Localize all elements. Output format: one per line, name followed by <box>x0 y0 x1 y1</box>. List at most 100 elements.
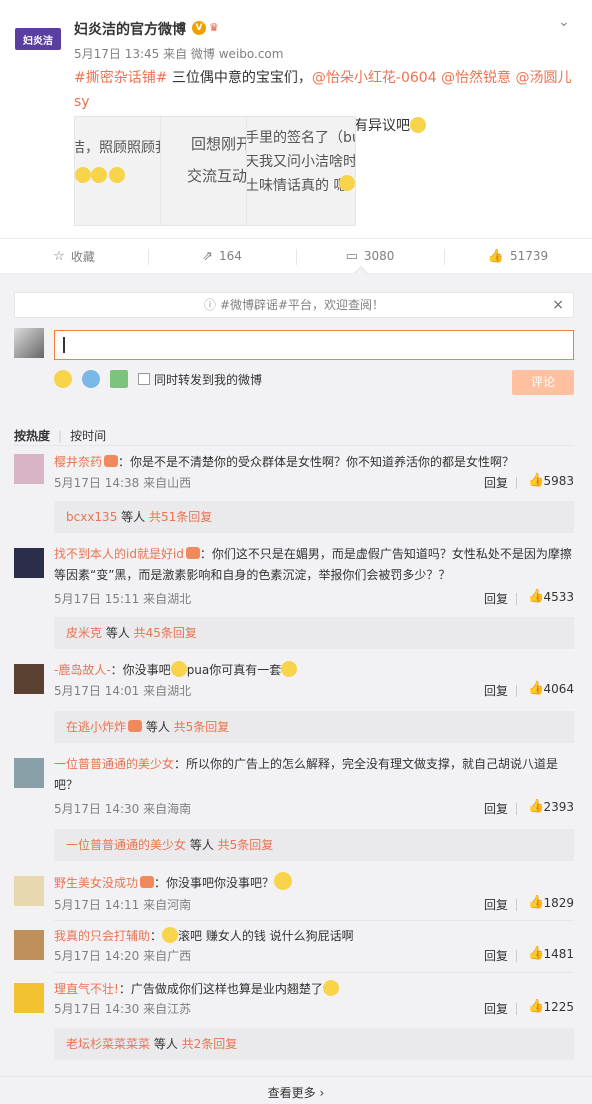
member-badge-icon <box>104 455 119 467</box>
reply-count-link[interactable]: 共2条回复 <box>182 1037 238 1051</box>
post-image-3[interactable]: 手里的签名了（bush 天我又问小洁啥时候 土味情话真的 嗯 <box>246 116 356 226</box>
comment-username[interactable]: 野生美女没成功 <box>54 876 138 890</box>
reply-user[interactable]: bcxx135 <box>66 510 117 524</box>
comment-username[interactable]: 我真的只会打辅助 <box>54 929 150 943</box>
avatar[interactable] <box>14 548 44 578</box>
thumbs-up-icon: 👍 <box>487 248 504 264</box>
comment-like-count: 4064 <box>543 682 574 696</box>
member-badge-icon <box>128 720 143 732</box>
comment-time: 5月17日 14:38 来自山西 <box>54 476 192 490</box>
comment-time: 5月17日 14:20 来自广西 <box>54 949 192 963</box>
divider <box>516 477 517 489</box>
reply-user[interactable]: 皮米克 <box>66 626 102 640</box>
author-avatar-logo[interactable]: 妇炎洁 <box>15 28 61 50</box>
emoji-icon <box>109 167 125 183</box>
thumbs-up-icon[interactable]: 👍 <box>528 895 544 910</box>
mention-link[interactable]: @怡然锐意 <box>441 70 511 86</box>
comment-time: 5月17日 14:30 来自江苏 <box>54 1002 192 1016</box>
emoji-icon <box>75 167 91 183</box>
reply-user[interactable]: 一位普普通通的美少女 <box>66 838 186 852</box>
avatar[interactable] <box>14 876 44 906</box>
reply-button[interactable]: 回复 <box>484 896 508 913</box>
thumbs-up-icon[interactable]: 👍 <box>528 799 544 814</box>
reply-summary[interactable]: bcxx135 等人 共51条回复 <box>54 501 574 533</box>
author-name[interactable]: 妇炎洁的官方微博 <box>74 19 186 39</box>
reply-button[interactable]: 回复 <box>484 1000 508 1017</box>
comment-username[interactable]: 找不到本人的id就是好id <box>54 547 184 561</box>
reply-summary[interactable]: 在逃小炸炸 等人 共5条回复 <box>54 711 574 743</box>
reply-button[interactable]: 回复 <box>484 682 508 699</box>
avatar[interactable] <box>14 664 44 694</box>
reply-summary[interactable]: 老坛杉菜菜菜菜 等人 共2条回复 <box>54 1028 574 1060</box>
emoji-icon <box>322 980 339 996</box>
tab-sort-hot[interactable]: 按热度 <box>14 429 50 443</box>
comment-username[interactable]: 一位普普通通的美少女 <box>54 757 174 771</box>
reply-count-link[interactable]: 共45条回复 <box>134 626 197 640</box>
thumbs-up-icon[interactable]: 👍 <box>528 473 544 488</box>
reply-user[interactable]: 在逃小炸炸 <box>66 720 126 734</box>
member-badge-icon <box>140 876 155 888</box>
comment-button[interactable]: ▭ 3080 <box>296 239 444 273</box>
like-button[interactable]: 👍 51739 <box>444 239 592 273</box>
reply-count-link[interactable]: 共51条回复 <box>149 510 212 524</box>
reply-summary-text: 等人 <box>142 720 174 734</box>
smile-emoji-icon <box>274 872 293 890</box>
see-more-button[interactable]: 查看更多 › <box>0 1076 592 1104</box>
thumbs-up-icon[interactable]: 👍 <box>528 681 544 696</box>
avatar[interactable] <box>14 930 44 960</box>
reply-summary[interactable]: 一位普普通通的美少女 等人 共5条回复 <box>54 829 574 861</box>
thumbs-up-icon[interactable]: 👍 <box>528 589 544 604</box>
chevron-down-icon[interactable]: ⌄ <box>558 14 574 30</box>
comment-input[interactable] <box>54 330 574 360</box>
notice-text: #微博辟谣#平台，欢迎查阅！ <box>219 298 385 312</box>
comment-time: 5月17日 14:11 来自河南 <box>54 898 192 912</box>
close-icon[interactable]: × <box>552 293 564 317</box>
reply-summary-text: 等人 <box>186 838 218 852</box>
reply-count-link[interactable]: 共5条回复 <box>174 720 230 734</box>
comment-text: ：你没事吧你没事吧？ <box>154 876 275 890</box>
avatar[interactable] <box>14 454 44 484</box>
emoji-icon <box>281 661 298 677</box>
tab-sort-time[interactable]: 按时间 <box>70 429 106 443</box>
reply-button[interactable]: 回复 <box>484 474 508 491</box>
reply-button[interactable]: 回复 <box>484 947 508 964</box>
divider <box>516 899 517 911</box>
comment-time: 5月17日 15:11 来自湖北 <box>54 592 192 606</box>
thumbs-up-icon[interactable]: 👍 <box>528 946 544 961</box>
comment-icon: ▭ <box>345 248 358 264</box>
member-crown-icon: ♛ <box>209 21 219 34</box>
thumb-text: 手里的签名了（bush <box>246 130 355 146</box>
topic-link[interactable]: #撕密杂话铺# <box>74 70 167 86</box>
forward-button[interactable]: ⇗ 164 <box>148 239 296 273</box>
submit-comment-button[interactable]: 评论 <box>512 370 574 395</box>
reply-summary[interactable]: 皮米克 等人 共45条回复 <box>54 617 574 649</box>
emoji-picker-icon[interactable] <box>54 370 72 388</box>
divider <box>54 972 574 973</box>
thumbs-up-icon[interactable]: 👍 <box>528 999 544 1014</box>
comment-like-count: 4533 <box>543 590 574 604</box>
reply-count-link[interactable]: 共5条回复 <box>218 838 274 852</box>
logo-text: 妇炎洁 <box>23 35 53 47</box>
reply-user[interactable]: 老坛杉菜菜菜菜 <box>66 1037 150 1051</box>
comment-username[interactable]: 理直气不壮! <box>54 982 119 996</box>
reply-button[interactable]: 回复 <box>484 590 508 607</box>
image-icon[interactable] <box>110 370 128 388</box>
mention-link[interactable]: @怡朵小红花-0604 <box>312 70 437 86</box>
favorite-button[interactable]: ☆ 收藏 <box>0 239 148 273</box>
avatar[interactable] <box>14 758 44 788</box>
like-count: 51739 <box>510 249 549 263</box>
grin-emoji-icon <box>410 117 426 133</box>
post-meta: 5月17日 13:45 来自 微博 weibo.com <box>74 47 284 61</box>
emoji-icon <box>162 927 179 943</box>
comment-username[interactable]: -鹿岛故人- <box>54 663 111 677</box>
rumor-notice[interactable]: ⓘ #微博辟谣#平台，欢迎查阅！ × <box>14 292 574 318</box>
comment-time: 5月17日 14:30 来自海南 <box>54 802 192 816</box>
avatar[interactable] <box>14 983 44 1013</box>
gif-icon[interactable] <box>82 370 100 388</box>
divider <box>14 445 574 446</box>
sync-checkbox[interactable] <box>138 373 150 385</box>
reply-summary-text: 等人 <box>102 626 134 640</box>
comment-username[interactable]: 樱井奈药 <box>54 455 102 469</box>
reply-button[interactable]: 回复 <box>484 800 508 817</box>
text-cursor <box>63 337 65 353</box>
